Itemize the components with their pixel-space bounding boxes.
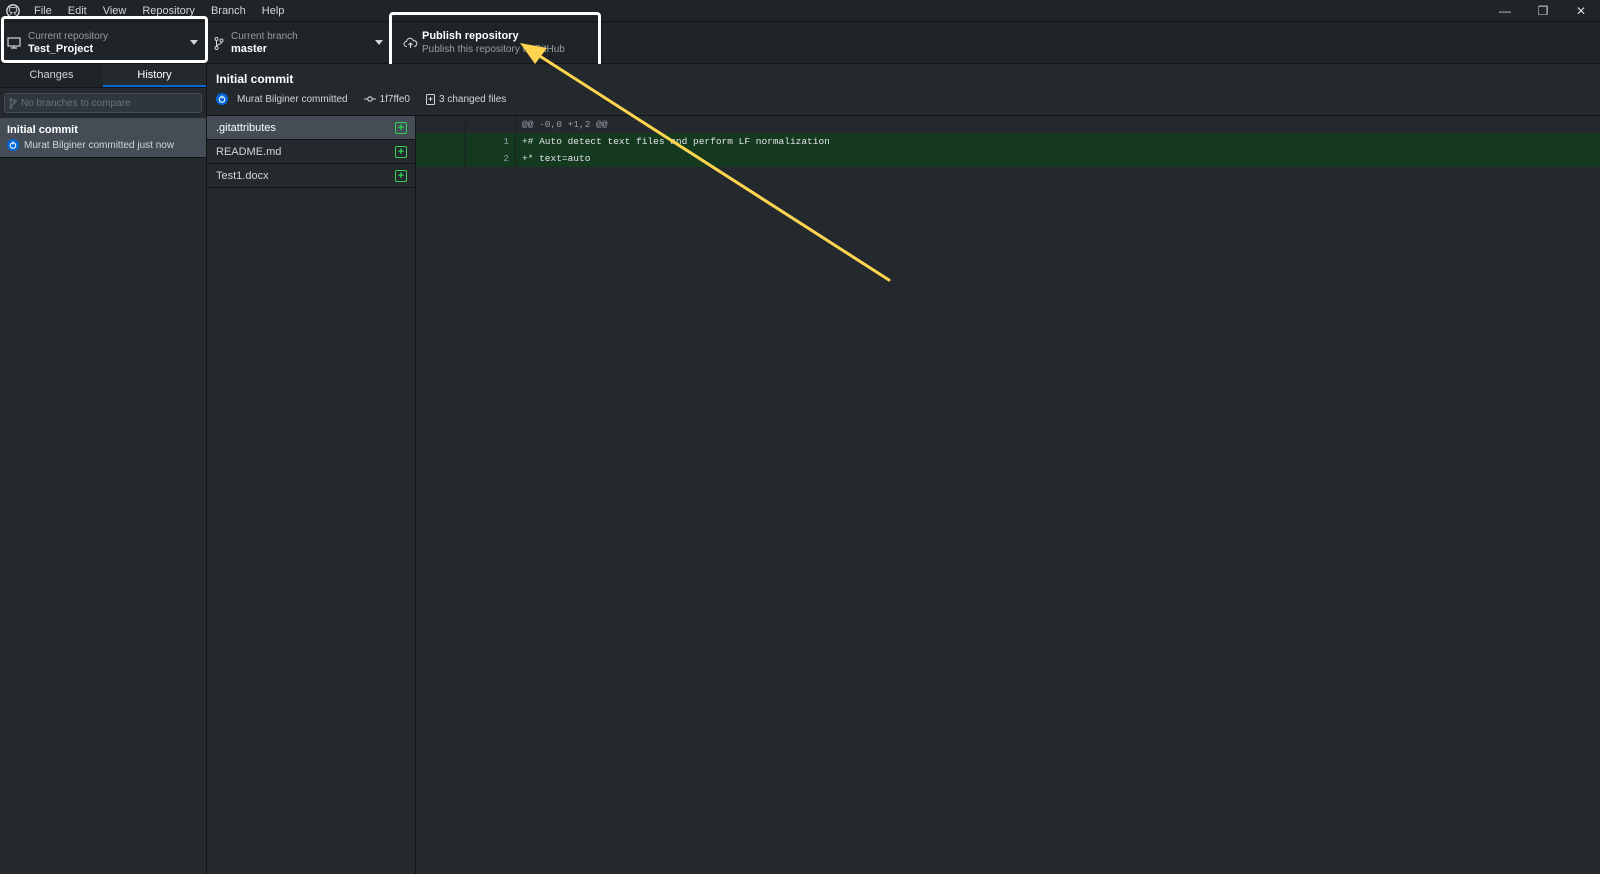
current-repository-highlight: [1, 16, 208, 63]
file-name: Test1.docx: [216, 169, 269, 182]
tab-history[interactable]: History: [103, 64, 206, 87]
sidebar: Changes History Initial commit Murat Bil…: [0, 64, 207, 874]
file-added-icon: +: [395, 145, 407, 158]
file-added-icon: +: [395, 121, 407, 134]
title-bar: File Edit View Repository Branch Help — …: [0, 0, 1600, 22]
commit-list-item-meta: Murat Bilginer committed just now: [24, 139, 175, 151]
menu-help[interactable]: Help: [254, 0, 293, 22]
close-button[interactable]: ✕: [1562, 0, 1600, 22]
avatar: [7, 139, 19, 151]
file-added-icon: +: [395, 169, 407, 182]
changed-files-icon: [426, 93, 435, 105]
file-list-item[interactable]: Test1.docx +: [207, 164, 415, 188]
file-list-item[interactable]: .gitattributes +: [207, 116, 415, 140]
diff-line-code: +* text=auto: [522, 153, 591, 164]
chevron-down-icon: [375, 40, 383, 45]
commit-sha[interactable]: 1f7ffe0: [380, 94, 410, 105]
window-controls: — ❐ ✕: [1486, 0, 1600, 22]
minimize-button[interactable]: —: [1486, 0, 1524, 22]
diff-added-line[interactable]: 1 +# Auto detect text files and perform …: [416, 133, 1600, 150]
publish-repository-highlight: [389, 12, 601, 72]
sidebar-tabs: Changes History: [0, 64, 206, 88]
changed-files-count: 3 changed files: [439, 93, 507, 105]
commit-summary-header: Initial commit Murat Bilginer committed …: [207, 64, 1600, 116]
commit-sha-icon: [363, 95, 376, 103]
tab-changes[interactable]: Changes: [0, 64, 103, 87]
commit-list-item-title: Initial commit: [7, 124, 78, 136]
file-name: README.md: [216, 145, 282, 158]
toolbar: Current repository Test_Project Current …: [0, 22, 1600, 64]
file-list-item[interactable]: README.md +: [207, 140, 415, 164]
diff-line-number: 1: [466, 133, 516, 150]
diff-hunk-text: @@ -0,0 +1,2 @@: [522, 119, 608, 130]
branch-icon: [207, 36, 231, 50]
branch-compare-filter[interactable]: [4, 93, 202, 113]
diff-hunk-header: @@ -0,0 +1,2 @@: [416, 116, 1600, 133]
branch-compare-input[interactable]: [21, 97, 191, 109]
menu-branch[interactable]: Branch: [203, 0, 254, 22]
commit-list-item[interactable]: Initial commit Murat Bilginer committed …: [0, 118, 206, 158]
commit-summary-title: Initial commit: [216, 72, 294, 86]
commit-author: Murat Bilginer committed: [237, 93, 348, 105]
current-branch-label: Current branch: [231, 31, 298, 42]
file-name: .gitattributes: [216, 121, 276, 134]
avatar: [216, 93, 228, 105]
diff-line-number: 2: [466, 150, 516, 167]
diff-line-code: +# Auto detect text files and perform LF…: [522, 136, 830, 147]
current-branch-button[interactable]: Current branch master: [207, 22, 392, 64]
changed-file-list: .gitattributes + README.md + Test1.docx …: [207, 116, 416, 874]
github-desktop-window: File Edit View Repository Branch Help — …: [0, 0, 1600, 874]
branch-icon: [9, 97, 17, 109]
diff-view: @@ -0,0 +1,2 @@ 1 +# Auto detect text fi…: [416, 116, 1600, 874]
diff-added-line[interactable]: 2 +* text=auto: [416, 150, 1600, 167]
restore-button[interactable]: ❐: [1524, 0, 1562, 22]
current-branch-value: master: [231, 43, 268, 55]
